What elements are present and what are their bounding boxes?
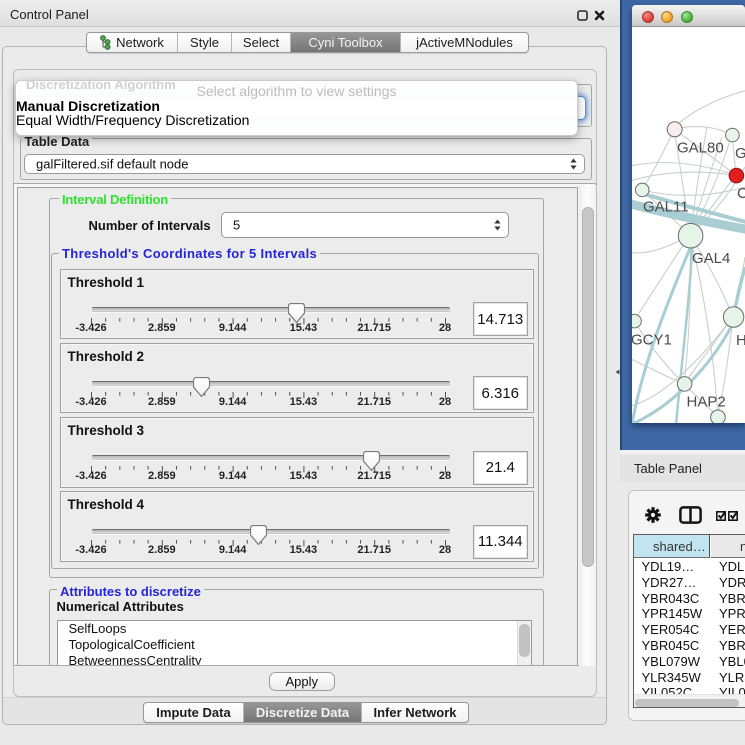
- svg-text:GAL80: GAL80: [677, 140, 724, 157]
- svg-text:GAL11: GAL11: [643, 199, 689, 216]
- svg-text:C: C: [737, 185, 745, 202]
- svg-text:GCY1: GCY1: [632, 332, 672, 349]
- svg-text:GAL4: GAL4: [692, 250, 730, 267]
- svg-text:G: G: [735, 145, 745, 162]
- svg-text:H: H: [736, 332, 745, 349]
- svg-text:HAP2: HAP2: [687, 394, 726, 411]
